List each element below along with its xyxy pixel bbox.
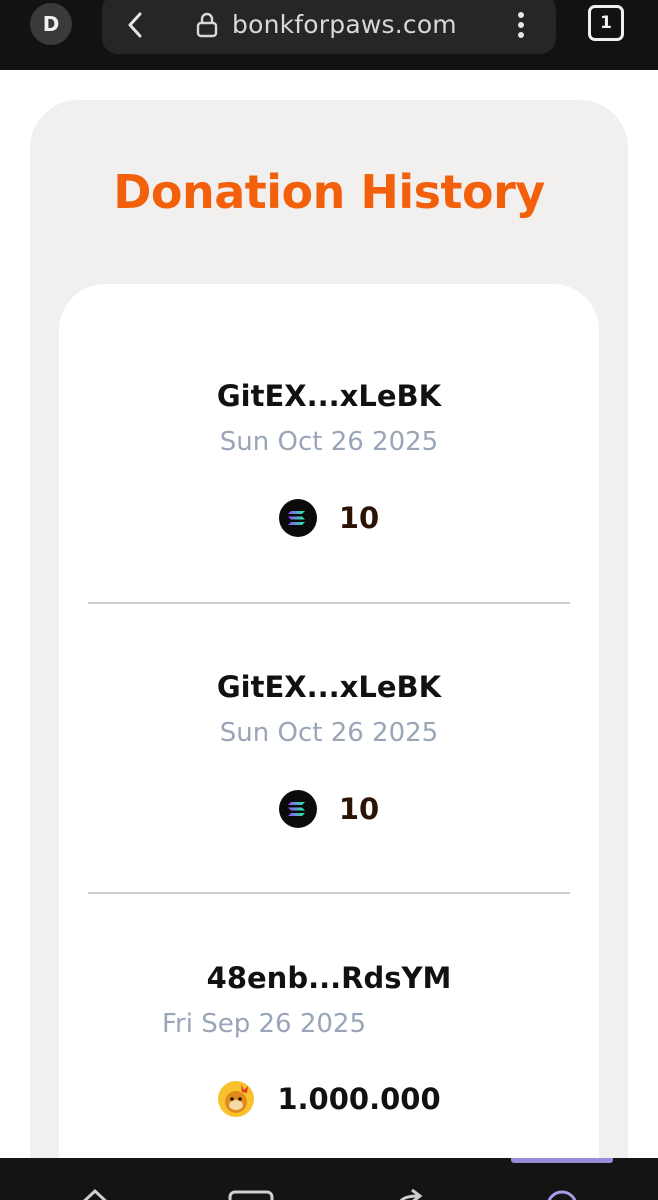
- tabs-icon[interactable]: [228, 1186, 274, 1200]
- solana-icon: [278, 790, 317, 828]
- divider: [88, 892, 570, 894]
- profile-initial: D: [42, 12, 60, 36]
- profile-avatar[interactable]: D: [30, 3, 72, 45]
- donor-address: 48enb...RdsYM: [206, 961, 452, 995]
- donation-amount-row: 10: [59, 496, 599, 540]
- solana-icon: [278, 499, 317, 537]
- bonk-icon: [218, 1081, 255, 1117]
- donation-date: Sun Oct 26 2025: [219, 427, 439, 457]
- address-bar[interactable]: bonkforpaws.com: [102, 0, 556, 54]
- donation-date: Sun Oct 26 2025: [219, 718, 439, 748]
- donor-address: GitEX...xLeBK: [216, 379, 442, 413]
- lock-icon: [194, 10, 220, 40]
- donation-date: Fri Sep 26 2025: [161, 1009, 367, 1039]
- donation-amount: 10: [338, 501, 380, 535]
- back-arrow-icon[interactable]: [120, 10, 150, 40]
- donation-amount: 1.000.000: [277, 1082, 441, 1116]
- divider: [88, 602, 570, 604]
- share-icon[interactable]: [394, 1186, 428, 1200]
- more-options-icon[interactable]: [506, 8, 536, 42]
- home-icon[interactable]: [74, 1186, 116, 1200]
- active-nav-indicator: [511, 1158, 613, 1163]
- donation-amount-row: 10: [59, 787, 599, 831]
- donation-amount-row: 1.000.000: [59, 1077, 599, 1121]
- donor-address: GitEX...xLeBK: [216, 670, 442, 704]
- donation-amount: 10: [338, 792, 380, 826]
- page-title: Donation History: [113, 165, 545, 219]
- bottom-navigation: [0, 1158, 658, 1200]
- url-text[interactable]: bonkforpaws.com: [232, 8, 457, 42]
- search-icon[interactable]: [542, 1186, 582, 1200]
- tab-count-label: 1: [600, 13, 612, 33]
- browser-toolbar: D bonkforpaws.com 1: [0, 0, 658, 70]
- tab-switcher-button[interactable]: 1: [588, 5, 624, 41]
